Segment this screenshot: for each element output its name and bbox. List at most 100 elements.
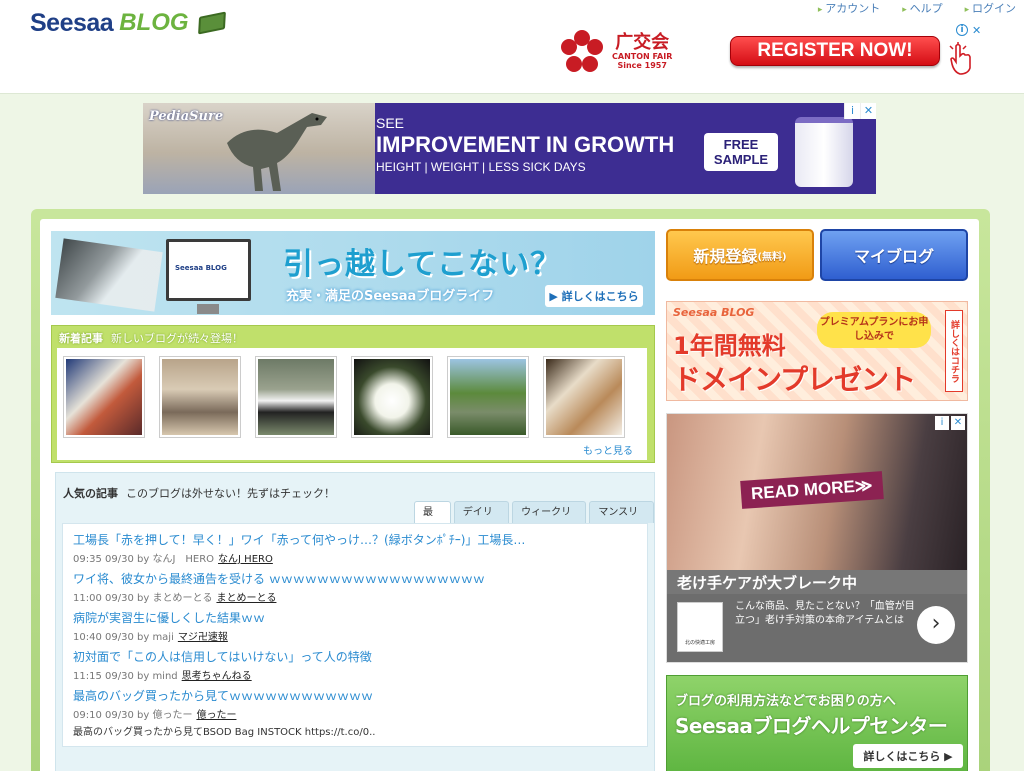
article-title-link[interactable]: 最高のバッグ買ったから見てｗｗｗｗｗｗｗｗｗｗｗｗ [73,687,637,704]
article-thumbnail-panda[interactable] [255,356,337,438]
blog-name-link[interactable]: 億ったー [196,710,236,721]
premium-brand: Seesaa BLOG [673,306,755,319]
top-links: アカウント ヘルプ ログイン [818,0,1016,16]
popular-articles-list: 工場長「赤を押して！早く！」ワイ「赤って何やっけ…？(緑ボタンﾎﾟﾁｰ)」工場長… [62,523,648,747]
ad-body-text: こんな商品、見たことない？「血管が目立つ」老け手対策の本命アイテムとは [735,601,915,626]
article-thumbnail-meal[interactable] [543,356,625,438]
article-meta-text: 09:10 09/30 by 億ったー [73,710,193,721]
article-title-link[interactable]: ワイ将、彼女から最終通告を受ける ｗｗｗｗｗｗｗｗｗｗｗｗｗｗｗｗｗｗ [73,570,637,587]
free-sample-line-1: FREE [723,137,759,152]
article-meta-text: 11:00 09/30 by まとめーとる [73,593,213,604]
decorative-scroll-image [55,238,163,312]
premium-plan-banner[interactable]: Seesaa BLOG プレミアムプランにお申し込みで 1年間無料 ドメインプレ… [666,301,968,401]
account-link[interactable]: アカウント [818,0,880,16]
list-item: 工場長「赤を押して！早く！」ワイ「赤って何やっけ…？(緑ボタンﾎﾟﾁｰ)」工場長… [73,531,637,565]
hero-details-button[interactable]: ▶ 詳しくはこちら [545,285,643,307]
tab-monthly[interactable]: マンスリー [589,501,654,539]
ad-close-icon[interactable]: ✕ [860,103,876,119]
article-meta-text: 10:40 09/30 by maji [73,632,174,643]
product-can-image [795,117,853,187]
new-articles-heading: 新着記事 新しいブログが続々登場！ [59,330,243,346]
article-meta-text: 09:35 09/30 by なんJ HERO [73,554,215,565]
ad-choices[interactable]: i ✕ [956,24,981,37]
pediasure-banner-ad[interactable]: PediaSure SEE IMPROVEMENT IN GROWTH HEIG… [143,103,876,194]
article-title-link[interactable]: 工場長「赤を押して！早く！」ワイ「赤って何やっけ…？(緑ボタンﾎﾟﾁｰ)」工場長… [73,531,637,548]
help-details-button[interactable]: 詳しくはこちら ▶ [853,744,963,768]
banner-copy: SEE IMPROVEMENT IN GROWTH HEIGHT | WEIGH… [376,115,674,174]
ad-choices[interactable]: i ✕ [844,103,876,119]
canton-fair-ad[interactable]: 广交会 CANTON FAIR Since 1957 REGISTER NOW!… [558,24,988,80]
seesaa-blog-logo[interactable]: Seesaa BLOG [30,8,226,38]
article-thumbnail-walkers[interactable] [447,356,529,438]
free-sample-line-2: SAMPLE [713,152,769,167]
article-meta-text: 11:15 09/30 by mind [73,671,178,682]
ad-close-icon[interactable]: ✕ [972,24,981,37]
list-item: 初対面で「この人は信用してはいけない」って人の特徴 11:15 09/30 by… [73,648,637,682]
new-articles-subtitle: 新しいブログが続々登場！ [111,332,243,345]
article-meta: 11:15 09/30 by mind 思考ちゃんねる [73,667,637,682]
new-articles-box: 新着記事 新しいブログが続々登場！ もっと見る [51,325,655,463]
main-frame: Seesaa BLOG 引っ越してこない？ 充実・満足のSeesaaブログライフ… [31,209,990,771]
logo-text-seesaa: Seesaa [30,8,114,37]
blog-name-link[interactable]: 思考ちゃんねる [182,671,252,682]
premium-details-tab[interactable]: 詳しくはコチラ [945,310,963,392]
canton-fair-since: Since 1957 [617,60,667,70]
article-title-link[interactable]: 初対面で「この人は信用してはいけない」って人の特徴 [73,648,637,665]
pointer-hand-icon [949,42,971,75]
ad-info-icon[interactable]: i [956,24,968,36]
pediasure-logo: PediaSure [149,109,224,124]
tab-latest[interactable]: 最新 [414,501,451,539]
free-sample-button[interactable]: FREE SAMPLE [704,133,778,171]
article-thumbnail-flower[interactable] [351,356,433,438]
article-excerpt: 最高のバッグ買ったから見てBSOD Bag INSTOCK https://t.… [73,727,376,738]
signup-button[interactable]: 新規登録 (無料) [666,229,814,281]
popular-articles-box: 人気の記事このブログは外せない！先ずはチェック！ 最新 デイリー ウィークリー … [55,472,655,771]
article-thumbnail-gym[interactable] [159,356,241,438]
help-line-1: ブログの利用方法などでお困りの方へ [675,694,896,709]
chevron-right-icon[interactable]: › [917,606,955,644]
advertiser-logo: 北の快適工房 [677,602,723,652]
popular-subtitle: このブログは外せない！先ずはチェック！ [126,487,335,500]
dinosaur-illustration [227,113,327,191]
article-title-link[interactable]: 病院が実習生に優しくした結果ｗｗ [73,609,637,626]
canton-fair-cn: 广交会 [615,32,670,54]
article-meta: 10:40 09/30 by maji マジ卍速報 [73,628,637,643]
article-meta: 11:00 09/30 by まとめーとる まとめーとる [73,589,637,604]
banner-headline: IMPROVEMENT IN GROWTH [376,132,675,157]
help-center-banner[interactable]: ブログの利用方法などでお困りの方へ Seesaaブログヘルプセンター 詳しくはこ… [666,675,968,771]
help-line-2: Seesaaブログヘルプセンター [675,714,948,738]
article-meta: 09:35 09/30 by なんJ HERO なんJ HERO [73,550,637,565]
monitor-logo: Seesaa BLOG [175,264,227,272]
tab-daily[interactable]: デイリー [453,501,510,539]
blog-name-link[interactable]: なんJ HERO [218,554,273,565]
article-thumbnail-food[interactable] [63,356,145,438]
ad-choices[interactable]: i ✕ [935,416,965,430]
banner-subline: HEIGHT | WEIGHT | LESS SICK DAYS [376,160,586,174]
flower-icon [561,30,603,72]
ad-info-icon[interactable]: i [844,103,860,119]
list-item: 病院が実習生に優しくした結果ｗｗ 10:40 09/30 by maji マジ卍速… [73,609,637,643]
banner-see: SEE [376,115,405,131]
ad-info-icon[interactable]: i [935,416,949,430]
content-panel: Seesaa BLOG 引っ越してこない？ 充実・満足のSeesaaブログライフ… [40,219,979,771]
banner-photo: PediaSure [143,103,375,194]
popular-heading: 人気の記事 このブログは外せない！先ずはチェック！ [63,485,335,501]
blog-name-link[interactable]: マジ卍速報 [178,632,228,643]
ad-close-icon[interactable]: ✕ [951,416,965,430]
my-blog-button[interactable]: マイブログ [820,229,968,281]
book-icon [197,11,226,35]
blog-name-link[interactable]: まとめーとる [216,593,276,604]
new-articles-thumbnails: もっと見る [57,348,647,460]
ad-headline: 老け手ケアが大ブレーク中 [667,570,967,594]
register-now-button[interactable]: REGISTER NOW! [730,36,940,66]
site-header: Seesaa BLOG アカウント ヘルプ ログイン 广交会 CANTON FA… [0,0,1024,94]
login-link[interactable]: ログイン [965,0,1016,16]
help-link[interactable]: ヘルプ [902,0,943,16]
logo-text-blog: BLOG [119,9,189,36]
hero-banner[interactable]: Seesaa BLOG 引っ越してこない？ 充実・満足のSeesaaブログライフ… [51,231,655,315]
tab-weekly[interactable]: ウィークリー [512,501,587,539]
popular-tabs: 最新 デイリー ウィークリー マンスリー [414,501,654,539]
premium-line-1: 1年間無料 [673,332,786,360]
more-articles-link[interactable]: もっと見る [583,442,633,457]
hand-care-ad[interactable]: READ MORE≫ i ✕ 老け手ケアが大ブレーク中 北の快適工房 こんな商品… [666,413,968,663]
